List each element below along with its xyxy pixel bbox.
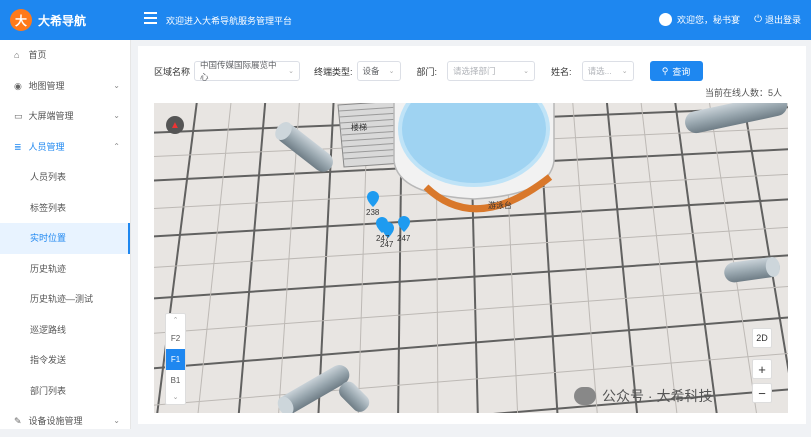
chevron-down-icon: ⌄	[388, 68, 395, 75]
main-content: 区域名称 中国传媒国际展览中心 ⌄ 终端类型: 设备 ⌄ 部门: 请选择部门 ⌄ 姓名…	[138, 46, 806, 424]
app-name: 大希导航	[38, 13, 87, 28]
sidebar-item-map[interactable]: ◉ 地图管理 ⌄	[0, 71, 130, 102]
area-select[interactable]: 中国传媒国际展览中心 ⌄	[194, 60, 301, 82]
user-avatar-icon[interactable]	[659, 13, 673, 26]
sidebar: ⌂ 首页 ◉ 地图管理 ⌄ ▭ 大屏端管理 ⌄ ≣ 人员管理 ⌃ 人员列表 标签列表 …	[0, 40, 131, 429]
pool-label: 游泳台	[488, 201, 512, 210]
dept-label: 部门:	[416, 66, 438, 77]
type-label: 终端类型:	[314, 66, 353, 77]
sidebar-item-realtime-location[interactable]: 实时位置	[0, 223, 130, 254]
map-view[interactable]: 楼梯 游泳台 ▲ 238 247 247 247 ⌃ F2 F1 B1 ⌄ 2D…	[154, 103, 788, 413]
type-select[interactable]: 设备 ⌄	[356, 61, 401, 81]
area-label: 区域名称	[154, 66, 191, 77]
floor-plan	[154, 103, 788, 413]
logout-button[interactable]: 退出登录	[765, 13, 801, 26]
chevron-down-icon: ⌄	[113, 80, 120, 90]
online-count: 当前在线人数：5人	[704, 88, 782, 98]
user-area: 欢迎您，秘书宴 ⏻ 退出登录	[659, 13, 801, 26]
people-icon: ≣	[14, 141, 22, 152]
floor-b1-button[interactable]: B1	[166, 370, 185, 391]
logo-icon: 大	[10, 9, 32, 31]
sidebar-item-command-send[interactable]: 指令发送	[0, 345, 130, 376]
app-logo[interactable]: 大 大希导航	[10, 9, 86, 31]
menu-toggle-icon[interactable]	[144, 12, 157, 24]
sidebar-item-people-list[interactable]: 人员列表	[0, 162, 130, 193]
floor-f2-button[interactable]: F2	[166, 328, 185, 349]
sidebar-item-history-track-test[interactable]: 历史轨迹—测试	[0, 284, 130, 315]
wechat-icon	[574, 387, 596, 405]
home-icon: ⌂	[14, 50, 20, 60]
zoom-in-button[interactable]: +	[752, 359, 772, 379]
filter-row: 区域名称 中国传媒国际展览中心 ⌄ 终端类型: 设备 ⌄ 部门: 请选择部门 ⌄ 姓名…	[154, 60, 703, 82]
name-select[interactable]: 请选... ⌄	[581, 61, 634, 81]
dept-select[interactable]: 请选择部门 ⌄	[447, 61, 536, 81]
user-greeting[interactable]: 欢迎您，秘书宴	[677, 13, 740, 26]
stairs-label: 楼梯	[351, 123, 367, 132]
sidebar-item-tag-list[interactable]: 标签列表	[0, 193, 130, 224]
location-pin-icon[interactable]	[367, 191, 379, 207]
logout-icon[interactable]: ⏻	[754, 14, 762, 25]
map-icon: ◉	[14, 80, 22, 91]
compass-icon[interactable]: ▲	[166, 116, 184, 134]
pin-label: 247	[380, 240, 394, 249]
chevron-down-icon: ⌄	[621, 68, 628, 75]
welcome-text: 欢迎进入大希导航服务管理平台	[166, 16, 293, 26]
chevron-down-icon: ⌄	[113, 416, 120, 425]
chevron-down-icon[interactable]: ⌄	[166, 391, 185, 405]
wrench-icon: ✎	[14, 416, 22, 426]
pin-label: 238	[366, 208, 380, 217]
floor-switcher: ⌃ F2 F1 B1 ⌄	[165, 313, 186, 405]
sidebar-item-screen[interactable]: ▭ 大屏端管理 ⌄	[0, 101, 130, 132]
zoom-out-button[interactable]: −	[752, 383, 772, 403]
pin-label: 247	[397, 234, 411, 243]
chevron-up-icon: ⌃	[113, 141, 120, 151]
view-2d-button[interactable]: 2D	[752, 328, 772, 348]
floor-f1-button[interactable]: F1	[166, 349, 185, 370]
watermark: 公众号 · 大希科技	[574, 386, 712, 406]
chevron-down-icon: ⌄	[523, 68, 530, 75]
chevron-down-icon: ⌄	[113, 111, 120, 120]
name-label: 姓名:	[551, 66, 572, 77]
query-button[interactable]: ⚲ 查询	[649, 61, 703, 81]
location-pin-icon[interactable]	[398, 216, 410, 232]
monitor-icon: ▭	[14, 111, 23, 121]
sidebar-item-home[interactable]: ⌂ 首页	[0, 40, 130, 71]
sidebar-item-dept-list[interactable]: 部门列表	[0, 376, 130, 407]
top-bar: 大 大希导航 欢迎进入大希导航服务管理平台 欢迎您，秘书宴 ⏻ 退出登录	[0, 0, 811, 40]
chevron-up-icon[interactable]: ⌃	[166, 314, 185, 328]
search-icon: ⚲	[661, 65, 669, 76]
sidebar-item-people[interactable]: ≣ 人员管理 ⌃	[0, 132, 130, 163]
chevron-down-icon: ⌄	[288, 68, 295, 75]
sidebar-item-history-track[interactable]: 历史轨迹	[0, 254, 130, 285]
sidebar-item-patrol-route[interactable]: 巡逻路线	[0, 315, 130, 346]
sidebar-item-device[interactable]: ✎ 设备设施管理 ⌄	[0, 406, 130, 437]
